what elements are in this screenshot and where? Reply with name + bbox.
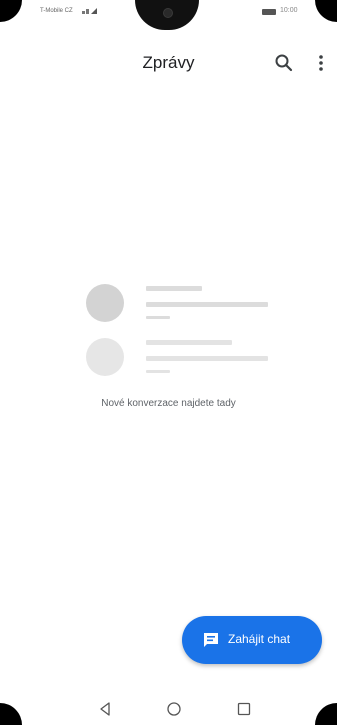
placeholder-line [146, 302, 268, 307]
start-chat-label: Zahájit chat [228, 632, 291, 646]
more-options-button[interactable] [311, 50, 331, 76]
placeholder-line [146, 356, 268, 361]
back-triangle-icon [100, 702, 110, 716]
back-button[interactable] [92, 696, 118, 722]
status-bar: T-Mobile CZ 10:00 [0, 0, 337, 34]
placeholder-line [146, 286, 202, 291]
home-circle-icon [167, 702, 181, 716]
placeholder-conversation-2 [86, 334, 276, 378]
placeholder-line [146, 370, 170, 373]
battery-icon [262, 9, 276, 15]
placeholder-avatar [86, 338, 124, 376]
front-camera [163, 8, 173, 18]
placeholder-avatar [86, 284, 124, 322]
signal-icon [82, 8, 97, 14]
start-chat-button[interactable]: Zahájit chat [182, 616, 322, 664]
recents-button[interactable] [231, 696, 257, 722]
empty-state-message: Nové konverzace najdete tady [101, 398, 236, 409]
placeholder-line [146, 316, 170, 319]
home-button[interactable] [161, 696, 187, 722]
placeholder-conversation-1 [86, 280, 276, 324]
app-bar: Zprávy [0, 44, 337, 84]
carrier-label: T-Mobile CZ [40, 8, 73, 14]
status-clock: 10:00 [280, 7, 298, 14]
more-vert-icon [319, 55, 323, 71]
camera-notch [135, 0, 199, 30]
placeholder-line [146, 340, 232, 345]
system-navigation-bar [0, 692, 337, 725]
phone-screen: T-Mobile CZ 10:00 Zprávy Nové konverzace… [0, 0, 337, 725]
search-icon [275, 54, 293, 72]
chat-bubble-icon [204, 633, 218, 647]
recents-square-icon [237, 702, 251, 716]
search-button[interactable] [271, 50, 297, 76]
